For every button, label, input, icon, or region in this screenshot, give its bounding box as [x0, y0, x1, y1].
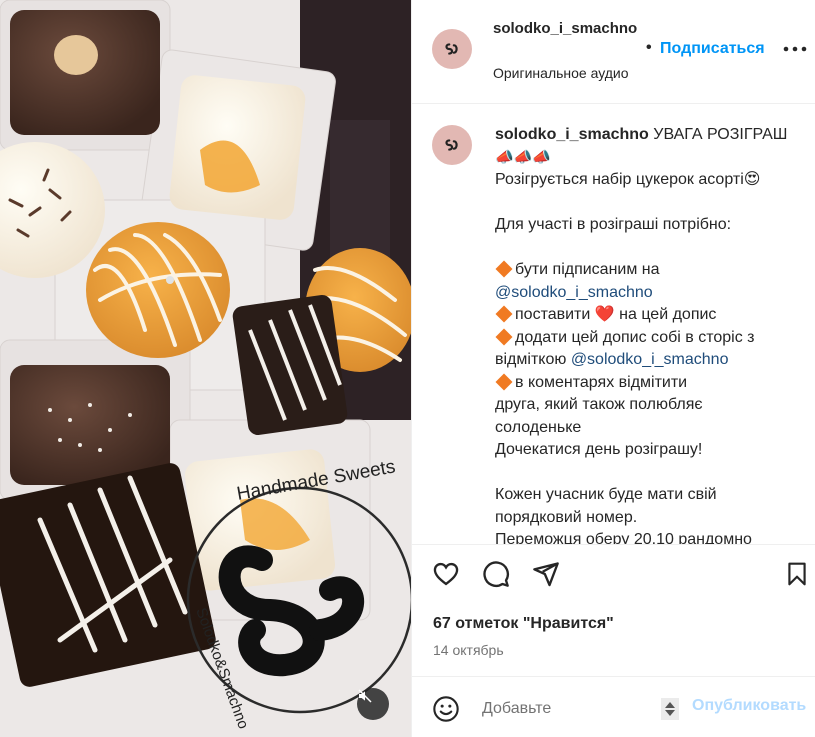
orange-diamond-icon [495, 328, 513, 346]
heart-icon [433, 562, 459, 586]
bookmark-icon [788, 562, 806, 586]
orange-diamond-icon [495, 305, 513, 323]
caption-line: Переможця оберу 20.10 рандомно [495, 531, 752, 545]
rule-text: друга, який також полюбляє [495, 396, 703, 413]
brand-logo-icon [445, 139, 458, 151]
follow-button[interactable]: Подписаться [660, 40, 765, 58]
post-media[interactable]: Handmade Sweets Solodko&Smachno [0, 0, 411, 737]
rule-text: поставити [515, 306, 591, 323]
caption-line: Розігрується набір цукерок асорті😍 [495, 171, 761, 188]
resize-arrows-icon [661, 698, 679, 720]
post-side-panel: solodko_i_smachno • Подписаться Оригинал… [411, 0, 815, 737]
more-options-button[interactable] [783, 41, 807, 59]
heart-emoji: ❤️ [594, 306, 615, 323]
share-button[interactable] [532, 560, 560, 593]
caption-username[interactable]: solodko_i_smachno [495, 126, 649, 143]
more-horizontal-icon [783, 46, 807, 52]
post-date[interactable]: 14 октябрь [433, 642, 504, 658]
avatar[interactable] [432, 29, 472, 69]
rule-text: бути підписаним на [515, 261, 660, 278]
caption-line: Для участі в розіграші потрібно: [495, 216, 732, 233]
emoji-smile-icon [433, 696, 459, 722]
mute-button[interactable] [357, 688, 389, 720]
mention-link[interactable]: @solodko_i_smachno [571, 351, 729, 368]
publish-button[interactable]: Опубликовать [692, 697, 806, 715]
send-icon [533, 562, 559, 587]
caption-title: УВАГА РОЗІГРАШ [653, 126, 788, 143]
caption-section: solodko_i_smachno УВАГА РОЗІГРАШ 📣📣📣 Роз… [412, 105, 815, 545]
comment-input[interactable] [482, 697, 682, 721]
caption-line: Дочекатися день розіграшу! [495, 441, 703, 458]
rule-text: солоденьке [495, 418, 582, 436]
mention-link[interactable]: @solodko_i_smachno [495, 284, 653, 301]
username-link[interactable]: solodko_i_smachno [493, 18, 643, 40]
emoji-button[interactable] [432, 695, 460, 728]
avatar[interactable] [432, 125, 472, 165]
brand-logo-icon [445, 43, 458, 55]
comment-icon [483, 561, 509, 587]
caption-line: порядковий номер. [495, 508, 638, 526]
save-button[interactable] [784, 560, 810, 593]
likes-count[interactable]: 67 отметок "Нравится" [433, 615, 614, 633]
audio-link[interactable]: Оригинальное аудио [493, 65, 629, 81]
separator-dot: • [646, 39, 652, 56]
like-button[interactable] [432, 560, 460, 593]
caption-line: Кожен учасник буде мати свій [495, 486, 717, 503]
speaker-muted-icon [358, 689, 372, 703]
orange-diamond-icon [495, 373, 513, 391]
comment-button[interactable] [482, 560, 510, 593]
post-header: solodko_i_smachno • Подписаться Оригинал… [412, 0, 815, 104]
rule-text: в коментарях відмітити [515, 373, 688, 391]
megaphone-emojis: 📣📣📣 [495, 148, 552, 166]
caption-text: solodko_i_smachno УВАГА РОЗІГРАШ 📣📣📣 Роз… [495, 124, 800, 545]
sweets-photo: Handmade Sweets Solodko&Smachno [0, 0, 411, 737]
orange-diamond-icon [495, 260, 513, 278]
action-bar [412, 560, 815, 600]
comment-bar: Опубликовать [412, 676, 815, 737]
rule-text: на цей допис [619, 306, 717, 323]
